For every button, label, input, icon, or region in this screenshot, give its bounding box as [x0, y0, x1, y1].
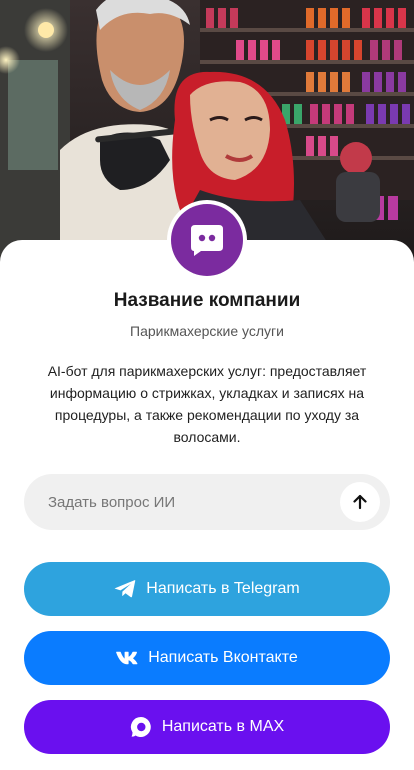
vk-button-label: Написать Вконтакте	[148, 649, 298, 666]
chat-bot-icon	[191, 225, 223, 256]
company-type: Парикмахерские услуги	[130, 323, 284, 339]
arrow-up-icon	[353, 494, 367, 510]
telegram-icon	[114, 579, 136, 599]
send-button[interactable]	[340, 482, 380, 522]
company-avatar	[167, 200, 247, 280]
ask-ai-field	[24, 474, 390, 530]
vk-button[interactable]: Написать Вконтакте	[24, 631, 390, 685]
telegram-button[interactable]: Написать в Telegram	[24, 562, 390, 616]
telegram-button-label: Написать в Telegram	[146, 580, 300, 597]
max-button[interactable]: Написать в MAX	[24, 700, 390, 754]
company-name: Название компании	[113, 290, 301, 311]
max-button-label: Написать в MAX	[161, 718, 285, 735]
avatar-circle	[171, 204, 243, 276]
ask-ai-input[interactable]	[48, 493, 340, 511]
max-icon	[130, 716, 152, 738]
vk-icon	[116, 651, 138, 665]
company-description: AI-бот для парикмахерских услуг: предост…	[47, 363, 367, 445]
